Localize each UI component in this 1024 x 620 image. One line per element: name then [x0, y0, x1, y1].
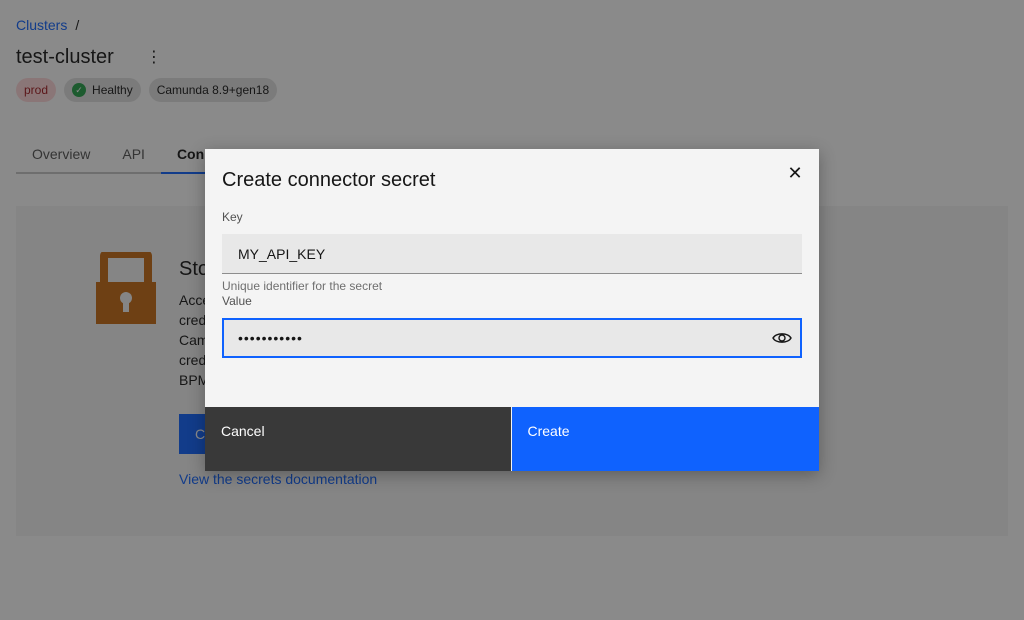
value-label: Value [222, 294, 252, 308]
create-button[interactable]: Create [511, 407, 819, 471]
value-input[interactable]: ••••••••••• [222, 318, 802, 358]
key-label: Key [222, 210, 243, 224]
close-icon[interactable]: ✕ [783, 161, 807, 185]
modal-footer: Cancel Create [205, 407, 819, 471]
value-password-text: ••••••••••• [238, 330, 303, 346]
key-helper-text: Unique identifier for the secret [222, 279, 383, 293]
create-secret-modal: Create connector secret ✕ Key MY_API_KEY… [205, 149, 819, 471]
key-input[interactable]: MY_API_KEY [222, 234, 802, 274]
cancel-button[interactable]: Cancel [205, 407, 511, 471]
eye-icon[interactable] [772, 328, 792, 348]
modal-title: Create connector secret [222, 169, 436, 191]
